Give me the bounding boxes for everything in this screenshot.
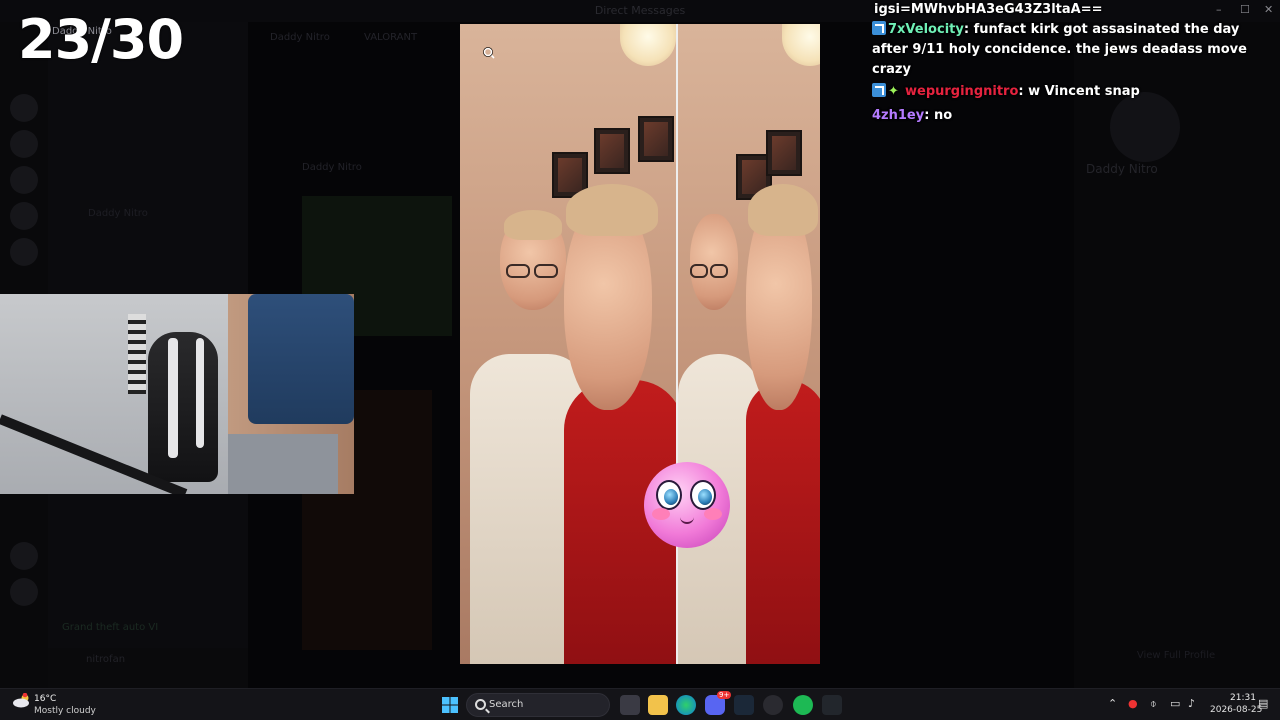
screen: Direct Messages – ☐ ✕ Daddy Nitro Grand … (0, 0, 1280, 720)
sticker-pupil (664, 489, 678, 505)
task-view-icon[interactable] (620, 695, 640, 715)
photo-divider (676, 24, 678, 664)
sticker-cheek (704, 508, 722, 520)
microphone-icon[interactable]: ⌽ (1150, 697, 1157, 711)
dm-item[interactable]: Daddy Nitro (88, 208, 148, 219)
sticker-mouth (680, 516, 694, 524)
search-icon (475, 699, 486, 710)
wall-poster-art (600, 134, 624, 168)
webcam-feed (0, 294, 354, 494)
webcam-chair-stripe (196, 338, 204, 448)
weather-cloud-icon[interactable] (12, 693, 32, 709)
chat-message: 4zh1ey: no (872, 108, 953, 123)
chat-message: ✦ wepurgingnitro: w Vincent snap (872, 82, 1272, 102)
webcam-chair-stripe (168, 338, 178, 458)
magnifier-cursor-icon (483, 47, 495, 59)
network-icon[interactable]: ▭ (1170, 697, 1180, 710)
chat-message-text: igsi=MWhvbHA3eG43Z3ltaA== (874, 2, 1103, 17)
chat-username[interactable]: wepurgingnitro (905, 84, 1018, 99)
glasses (506, 264, 530, 278)
sparkle-badge-icon: ✦ (888, 84, 899, 99)
photo-left-half (460, 24, 684, 664)
moderator-badge-icon (872, 83, 886, 97)
vote-counter: 23/30 (18, 8, 184, 71)
chat-username[interactable]: 7xVelocity (888, 22, 964, 37)
photo-right-half (678, 24, 820, 664)
sticker-eye (690, 480, 716, 510)
chat-header: Daddy Nitro VALORANT (252, 28, 458, 52)
webcam-shelf (128, 314, 146, 394)
chat-header-name: Daddy Nitro (270, 32, 330, 43)
sticker-eye (656, 480, 682, 510)
volume-icon[interactable]: ♪ (1188, 697, 1195, 710)
person-hair (748, 184, 818, 236)
photo-viewer[interactable] (460, 24, 820, 664)
server-icon[interactable] (10, 578, 38, 606)
server-icon[interactable] (10, 166, 38, 194)
wall-poster-art (558, 158, 582, 192)
discord-icon[interactable]: 9+ (705, 691, 732, 715)
taskbar: 16°C Mostly cloudy Search 9+ ⌃ ● ⌽ ▭ ♪ 2… (0, 688, 1280, 720)
glasses (690, 264, 708, 278)
chat-message: igsi=MWhvbHA3eG43Z3ltaA== (872, 0, 1272, 20)
profile-name: Daddy Nitro (1086, 162, 1158, 176)
tray-app-icon[interactable]: ● (1128, 697, 1138, 710)
user-panel: nitrofan (48, 648, 248, 688)
dm-item[interactable]: Grand theft auto VI (48, 622, 248, 633)
server-icon[interactable] (10, 542, 38, 570)
wall-poster-art (772, 136, 796, 170)
server-icon[interactable] (10, 202, 38, 230)
spotify-icon[interactable] (793, 695, 813, 715)
wall-poster (766, 130, 802, 176)
search-label: Search (489, 699, 524, 710)
steam-icon[interactable] (734, 695, 754, 715)
user-panel-name: nitrofan (86, 654, 126, 665)
webcam-shirt (248, 294, 354, 424)
notification-icon[interactable]: ▤ (1258, 697, 1268, 710)
glasses (710, 264, 728, 278)
view-full-profile-button[interactable]: View Full Profile (1086, 650, 1266, 666)
server-icon[interactable] (10, 94, 38, 122)
app-icon[interactable] (822, 695, 842, 715)
chat-username[interactable]: 4zh1ey (872, 108, 924, 123)
chat-message-text: no (933, 108, 953, 123)
moderator-badge-icon (872, 21, 886, 35)
sticker-cheek (652, 508, 670, 520)
chat-message: 7xVelocity: funfact kirk got assasinated… (872, 21, 1247, 77)
server-icon[interactable] (10, 130, 38, 158)
weather-temperature: 16°C (34, 694, 57, 704)
edge-icon[interactable] (676, 695, 696, 715)
stream-chat: igsi=MWhvbHA3eG43Z3ltaA== 7xVelocity: fu… (872, 0, 1272, 126)
taskbar-search[interactable]: Search (466, 693, 610, 717)
person-head (690, 214, 738, 310)
chat-header-channel: VALORANT (364, 32, 418, 43)
message-author: Daddy Nitro (302, 162, 362, 173)
wall-poster (594, 128, 630, 174)
webcam-chair (148, 332, 218, 482)
clock-date[interactable]: 2026-08-25 (1210, 705, 1262, 715)
tray-overflow-icon[interactable]: ⌃ (1108, 697, 1117, 710)
kawaii-face-sticker (644, 462, 730, 548)
wall-poster-art (644, 122, 668, 156)
person-red-shirt (746, 380, 820, 664)
person-hair (566, 184, 658, 236)
windows-start-icon[interactable] (440, 695, 460, 715)
explorer-icon[interactable] (648, 695, 668, 715)
glasses (534, 264, 558, 278)
wall-poster (638, 116, 674, 162)
weather-description: Mostly cloudy (34, 706, 96, 716)
settings-icon[interactable] (763, 695, 783, 715)
webcam-pants (228, 434, 338, 494)
clock-time[interactable]: 21:31 (1230, 693, 1256, 703)
discord-badge: 9+ (717, 691, 732, 699)
sticker-pupil (698, 489, 712, 505)
chat-message-text: w Vincent snap (1028, 84, 1140, 99)
server-icon[interactable] (10, 238, 38, 266)
person-hair (504, 210, 562, 240)
